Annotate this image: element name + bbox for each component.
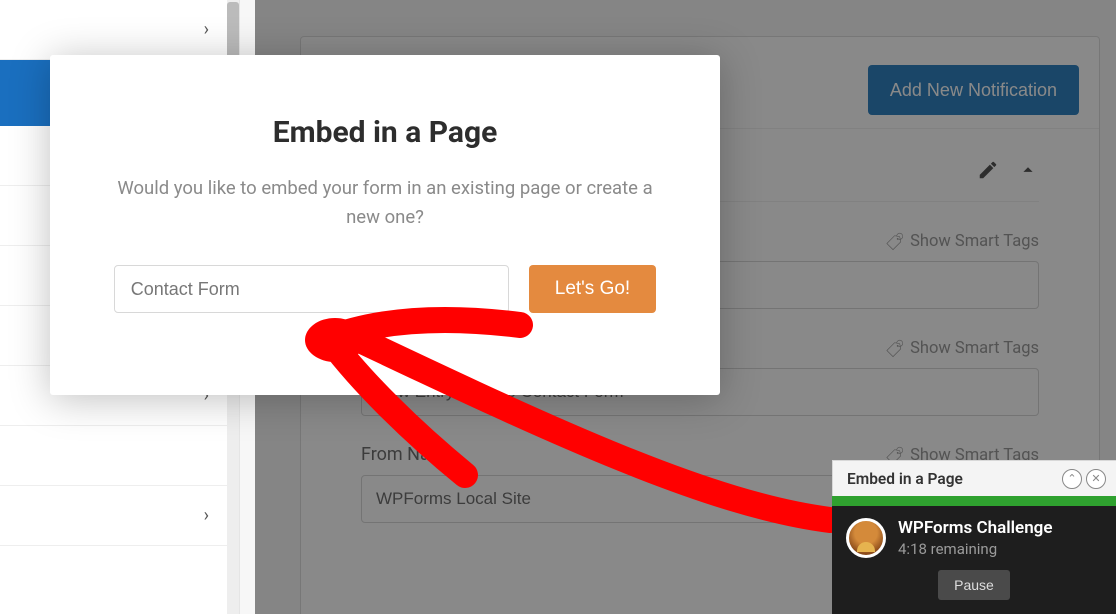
chevron-right-icon: › (204, 19, 209, 40)
embed-modal: Embed in a Page Would you like to embed … (50, 55, 720, 395)
widget-header-title: Embed in a Page (847, 470, 963, 488)
lets-go-button[interactable]: Let's Go! (529, 265, 656, 313)
chevron-right-icon: › (204, 505, 209, 526)
sidebar-item[interactable]: › (0, 486, 239, 546)
close-icon[interactable]: ✕ (1086, 469, 1106, 489)
page-name-input[interactable] (114, 265, 509, 313)
sidebar-item[interactable]: › (0, 0, 239, 60)
modal-title: Embed in a Page (100, 115, 670, 150)
sidebar-item[interactable] (0, 426, 239, 486)
widget-header: Embed in a Page ⌃ ✕ (832, 460, 1116, 496)
widget-body: WPForms Challenge 4:18 remaining Pause (832, 506, 1116, 614)
widget-title: WPForms Challenge (898, 518, 1053, 538)
scrollbar-thumb[interactable] (227, 2, 239, 62)
pause-button[interactable]: Pause (938, 570, 1010, 600)
wpforms-mascot-icon (846, 518, 886, 558)
modal-body: Would you like to embed your form in an … (105, 174, 665, 231)
progress-bar (832, 496, 1116, 506)
widget-time-remaining: 4:18 remaining (898, 540, 1053, 558)
challenge-widget: Embed in a Page ⌃ ✕ WPForms Challenge 4:… (832, 460, 1116, 614)
minimize-icon[interactable]: ⌃ (1062, 469, 1082, 489)
